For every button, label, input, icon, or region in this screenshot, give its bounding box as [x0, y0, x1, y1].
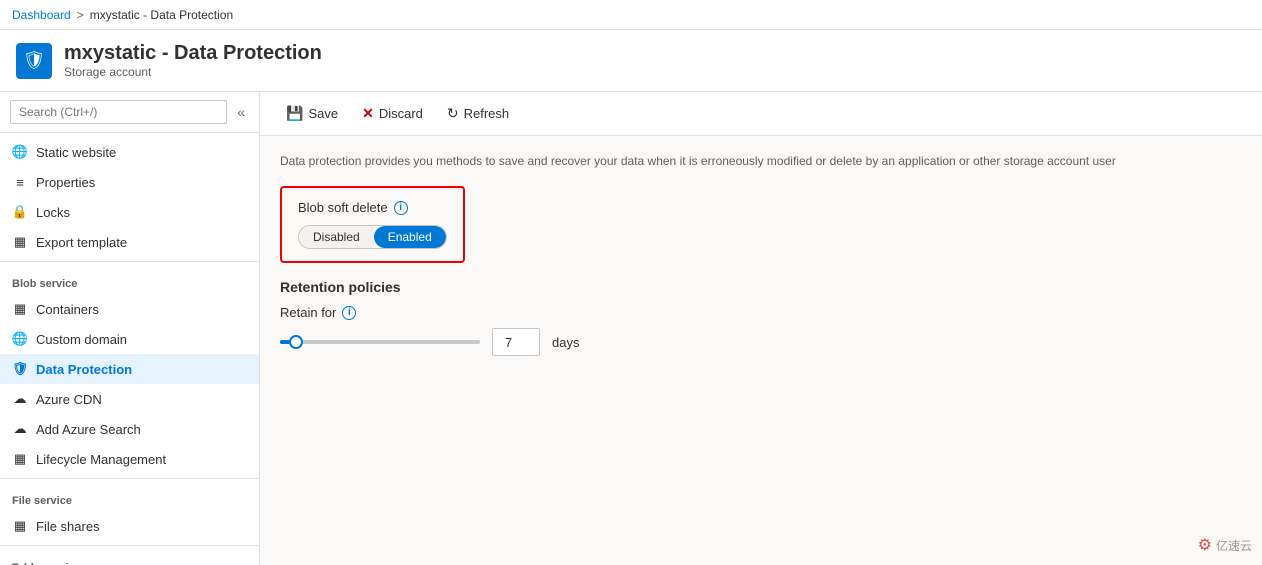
- sidebar-item-export-template[interactable]: ▦ Export template: [0, 227, 259, 257]
- page-header: 🛡 mxystatic - Data Protection Storage ac…: [0, 30, 1262, 92]
- main-content: 💾 Save ✕ Discard ↻ Refresh Data protecti…: [260, 92, 1262, 565]
- description-text: Data protection provides you methods to …: [280, 152, 1242, 170]
- breadcrumb-home[interactable]: Dashboard: [12, 8, 71, 22]
- watermark-icon: ⚙: [1198, 535, 1212, 555]
- sidebar-item-lifecycle-management[interactable]: ▦ Lifecycle Management: [0, 444, 259, 474]
- blob-soft-delete-label: Blob soft delete: [298, 200, 388, 215]
- sidebar-divider-blob: [0, 261, 259, 262]
- sidebar-item-data-protection[interactable]: 🛡 Data Protection: [0, 354, 259, 384]
- discard-label: Discard: [379, 106, 423, 121]
- properties-icon: ≡: [12, 174, 28, 190]
- collapse-icon[interactable]: «: [233, 102, 249, 122]
- sidebar-label-add-azure-search: Add Azure Search: [36, 422, 141, 437]
- slider-track: [280, 340, 480, 344]
- days-input[interactable]: [492, 328, 540, 356]
- toggle-group: Disabled Enabled: [298, 225, 447, 249]
- blob-service-label: Blob service: [0, 266, 259, 294]
- toggle-disabled[interactable]: Disabled: [299, 226, 374, 248]
- toolbar: 💾 Save ✕ Discard ↻ Refresh: [260, 92, 1262, 136]
- days-label: days: [552, 335, 579, 350]
- sidebar: « 🌐 Static website ≡ Properties 🔒 Locks …: [0, 92, 260, 565]
- lifecycle-management-icon: ▦: [12, 451, 28, 467]
- refresh-icon: ↻: [447, 105, 459, 122]
- sidebar-item-azure-cdn[interactable]: ☁ Azure CDN: [0, 384, 259, 414]
- sidebar-label-azure-cdn: Azure CDN: [36, 392, 102, 407]
- data-protection-icon: 🛡: [12, 361, 28, 377]
- content-area: Data protection provides you methods to …: [260, 136, 1262, 372]
- table-service-label: Table service: [0, 550, 259, 565]
- static-website-icon: 🌐: [12, 144, 28, 160]
- refresh-label: Refresh: [464, 106, 510, 121]
- discard-button[interactable]: ✕ Discard: [352, 100, 433, 127]
- containers-icon: ▦: [12, 301, 28, 317]
- sidebar-item-properties[interactable]: ≡ Properties: [0, 167, 259, 197]
- sidebar-label-custom-domain: Custom domain: [36, 332, 127, 347]
- export-template-icon: ▦: [12, 234, 28, 250]
- breadcrumb-bar: Dashboard > mxystatic - Data Protection: [0, 0, 1262, 30]
- blob-soft-delete-info-icon[interactable]: i: [394, 201, 408, 215]
- sidebar-label-properties: Properties: [36, 175, 95, 190]
- blob-soft-delete-box: Blob soft delete i Disabled Enabled: [280, 186, 465, 263]
- sidebar-label-file-shares: File shares: [36, 519, 100, 534]
- save-icon: 💾: [286, 105, 303, 122]
- locks-icon: 🔒: [12, 204, 28, 220]
- discard-icon: ✕: [362, 105, 374, 122]
- sidebar-item-containers[interactable]: ▦ Containers: [0, 294, 259, 324]
- sidebar-item-add-azure-search[interactable]: ☁ Add Azure Search: [0, 414, 259, 444]
- slider-container: [280, 332, 480, 352]
- blob-soft-delete-title: Blob soft delete i: [298, 200, 447, 215]
- file-shares-icon: ▦: [12, 518, 28, 534]
- watermark-text: 亿速云: [1216, 537, 1252, 554]
- storage-icon: 🛡: [16, 43, 52, 79]
- refresh-button[interactable]: ↻ Refresh: [437, 100, 519, 127]
- sidebar-label-data-protection: Data Protection: [36, 362, 132, 377]
- sidebar-item-static-website[interactable]: 🌐 Static website: [0, 137, 259, 167]
- save-label: Save: [308, 106, 338, 121]
- sidebar-label-lifecycle-management: Lifecycle Management: [36, 452, 166, 467]
- custom-domain-icon: 🌐: [12, 331, 28, 347]
- toggle-enabled[interactable]: Enabled: [374, 226, 446, 248]
- azure-cdn-icon: ☁: [12, 391, 28, 407]
- retain-for-label: Retain for i: [280, 305, 1242, 320]
- sidebar-item-file-shares[interactable]: ▦ File shares: [0, 511, 259, 541]
- sidebar-nav: 🌐 Static website ≡ Properties 🔒 Locks ▦ …: [0, 133, 259, 565]
- page-subtitle: Storage account: [64, 65, 322, 79]
- sidebar-divider-file: [0, 478, 259, 479]
- sidebar-item-custom-domain[interactable]: 🌐 Custom domain: [0, 324, 259, 354]
- sidebar-label-static-website: Static website: [36, 145, 116, 160]
- sidebar-label-locks: Locks: [36, 205, 70, 220]
- sidebar-divider-table: [0, 545, 259, 546]
- retain-for-text: Retain for: [280, 305, 336, 320]
- page-title: mxystatic - Data Protection: [64, 42, 322, 65]
- breadcrumb-current: mxystatic - Data Protection: [90, 8, 233, 22]
- retain-for-info-icon[interactable]: i: [342, 306, 356, 320]
- sidebar-label-containers: Containers: [36, 302, 99, 317]
- breadcrumb-separator: >: [77, 8, 84, 22]
- search-box: «: [0, 92, 259, 133]
- save-button[interactable]: 💾 Save: [276, 100, 348, 127]
- add-azure-search-icon: ☁: [12, 421, 28, 437]
- watermark: ⚙ 亿速云: [1198, 535, 1252, 555]
- sidebar-label-export-template: Export template: [36, 235, 127, 250]
- sidebar-item-locks[interactable]: 🔒 Locks: [0, 197, 259, 227]
- search-input[interactable]: [10, 100, 227, 124]
- main-layout: « 🌐 Static website ≡ Properties 🔒 Locks …: [0, 92, 1262, 565]
- slider-thumb[interactable]: [289, 335, 303, 349]
- file-service-label: File service: [0, 483, 259, 511]
- slider-row: days: [280, 328, 1242, 356]
- retention-section-title: Retention policies: [280, 279, 1242, 295]
